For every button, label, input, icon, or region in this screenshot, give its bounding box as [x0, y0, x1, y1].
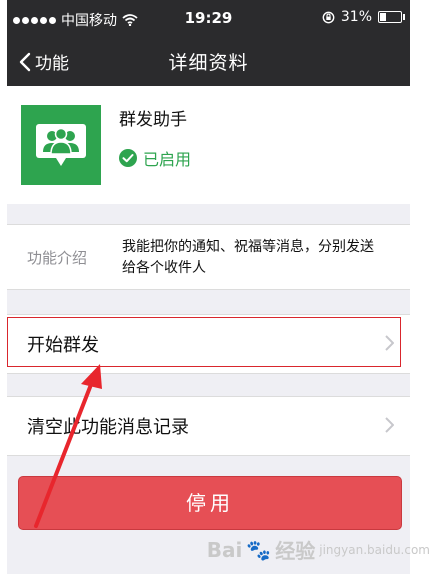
intro-text: 我能把你的通知、祝福等消息，分别发送给各个收件人 — [122, 239, 374, 276]
intro-label: 功能介绍 — [27, 249, 88, 267]
navigation-bar: 功能 详细资料 — [7, 36, 410, 86]
plugin-name: 群发助手 — [119, 110, 187, 130]
start-broadcast-row[interactable]: 开始群发 — [7, 314, 410, 374]
page-title: 详细资料 — [168, 52, 249, 74]
baidu-watermark: Bai 🐾 经验 jingyan.baidu.com — [207, 535, 430, 564]
chevron-right-icon — [385, 417, 394, 433]
paw-icon: 🐾 — [246, 537, 272, 562]
battery-percent: 31% — [340, 9, 372, 25]
disable-button[interactable]: 停用 — [18, 476, 402, 530]
enabled-status: 已启用 — [119, 146, 191, 170]
check-circle-icon — [119, 149, 137, 167]
watermark-suffix: 经验 — [275, 539, 316, 563]
status-label: 已启用 — [143, 150, 192, 169]
status-right: 31% — [322, 9, 405, 25]
clear-history-row[interactable]: 清空此功能消息记录 — [7, 396, 410, 456]
status-bar: 中国移动 19:29 31% — [7, 0, 410, 36]
rotation-lock-icon — [322, 11, 335, 23]
watermark-brand: Bai — [206, 537, 243, 562]
watermark-url: jingyan.baidu.com — [319, 542, 430, 557]
group-people-icon — [36, 124, 86, 166]
feature-intro-card: 功能介绍 我能把你的通知、祝福等消息，分别发送给各个收件人 — [7, 224, 410, 290]
chevron-right-icon — [385, 335, 394, 351]
battery-icon — [378, 11, 405, 23]
battery-fill — [380, 13, 386, 21]
start-broadcast-label: 开始群发 — [27, 335, 99, 356]
phone-screen: 中国移动 19:29 31% 功能 详细资料 群发助手 已启用 功能介绍 我能把… — [7, 0, 410, 574]
plugin-profile-card: 群发助手 已启用 — [7, 86, 410, 204]
group-message-app-icon — [21, 105, 101, 185]
clear-history-label: 清空此功能消息记录 — [27, 417, 189, 438]
